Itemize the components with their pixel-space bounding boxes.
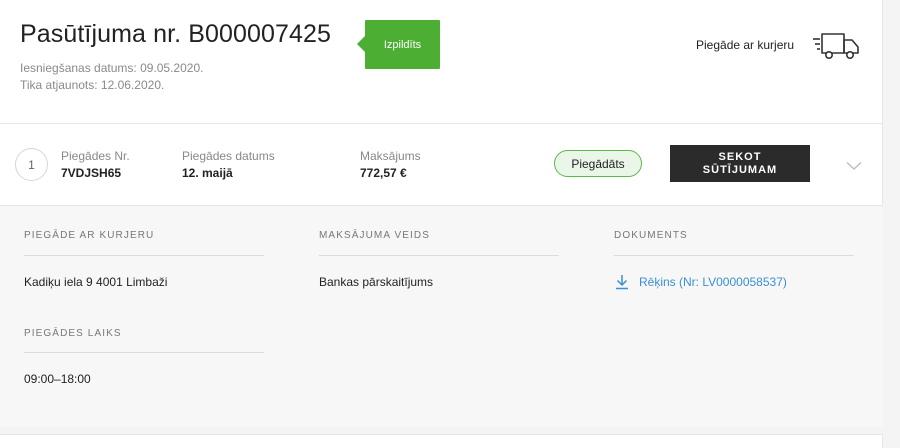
delivered-status-badge: Piegādāts xyxy=(554,150,642,177)
payment-type-title: MAKSĀJUMA VEIDS xyxy=(319,230,430,241)
chevron-down-icon[interactable] xyxy=(846,161,862,171)
track-button-line1: SEKOT xyxy=(718,150,762,163)
delivery-method-label: Piegāde ar kurjeru xyxy=(696,38,795,52)
invoice-download-link[interactable]: Rēķins (Nr: LV0000058537) xyxy=(614,274,787,290)
document-section-title: DOKUMENTS xyxy=(614,230,688,241)
payment-type-value: Bankas pārskaitījums xyxy=(319,275,434,289)
delivery-date-value: 12. maijā xyxy=(182,166,233,180)
shipment-details: PIEGĀDE AR KURJERU Kadiķu iela 9 4001 Li… xyxy=(0,206,883,427)
courier-divider xyxy=(24,255,264,256)
delivery-time-value: 09:00–18:00 xyxy=(24,372,91,386)
invoice-link-text: Rēķins (Nr: LV0000058537) xyxy=(639,275,787,289)
delivery-time-divider xyxy=(24,352,264,353)
delivery-time-title: PIEGĀDES LAIKS xyxy=(24,328,122,339)
payment-value: 772,57 € xyxy=(360,166,407,180)
order-header: Pasūtījuma nr. B000007425 Iesniegšanas d… xyxy=(0,0,883,124)
shipment-number-label: Piegādes Nr. xyxy=(61,149,130,163)
order-title: Pasūtījuma nr. B000007425 xyxy=(20,20,332,48)
courier-section-title: PIEGĀDE AR KURJERU xyxy=(24,230,155,241)
order-card: Pasūtījuma nr. B000007425 Iesniegšanas d… xyxy=(0,0,883,427)
delivery-date-label: Piegādes datums xyxy=(182,149,275,163)
payment-label: Maksājums xyxy=(360,149,421,163)
track-button-line2: SŪTĪJUMAM xyxy=(702,163,778,176)
shipment-row[interactable]: 1 Piegādes Nr. 7VDJSH65 Piegādes datums … xyxy=(0,125,883,206)
download-icon xyxy=(616,275,628,290)
track-shipment-button[interactable]: SEKOT SŪTĪJUMAM xyxy=(670,145,810,182)
document-divider xyxy=(614,255,854,256)
shipment-number-value: 7VDJSH65 xyxy=(61,166,122,180)
next-card-edge xyxy=(0,434,883,448)
payment-divider xyxy=(319,255,559,256)
updated-date: Tika atjaunots: 12.06.2020. xyxy=(20,78,165,92)
order-status-tag: Izpildīts xyxy=(357,20,440,69)
submitted-date: Iesniegšanas datums: 09.05.2020. xyxy=(20,61,204,75)
truck-icon xyxy=(813,33,859,59)
courier-address: Kadiķu iela 9 4001 Limbaži xyxy=(24,275,168,289)
shipment-index: 1 xyxy=(15,148,48,181)
